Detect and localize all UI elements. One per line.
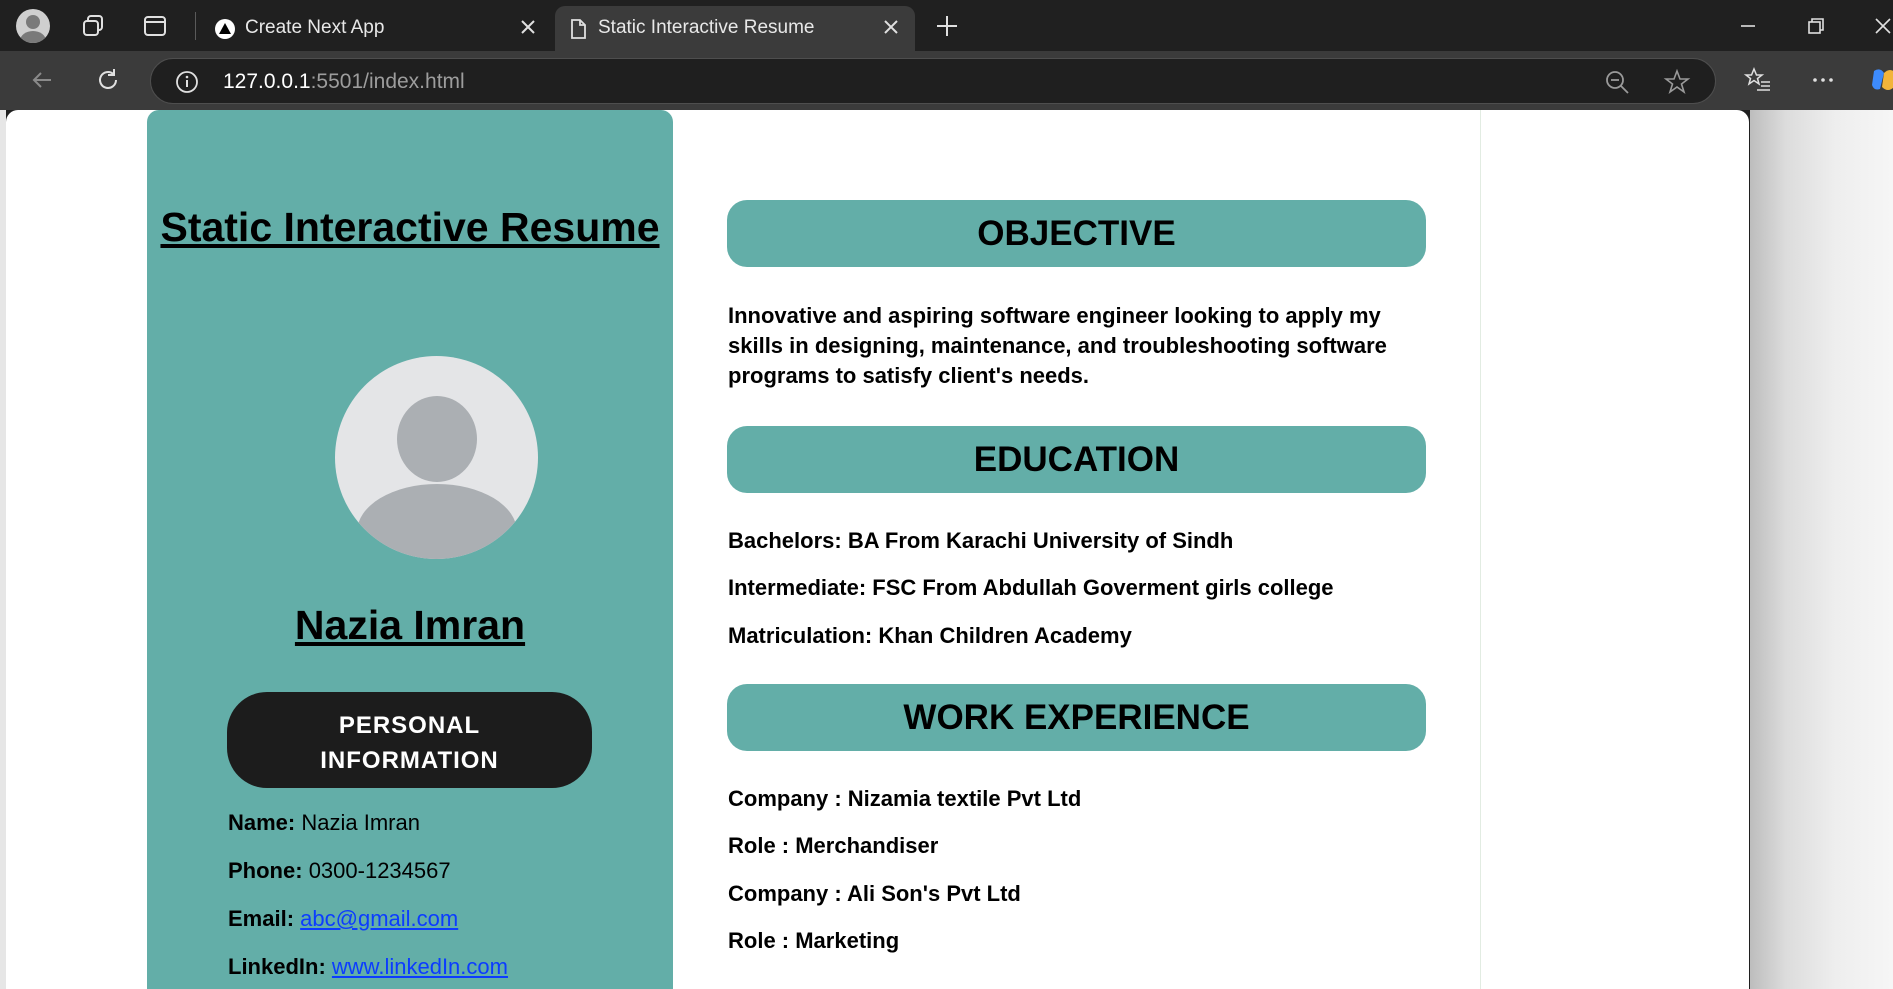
copilot-icon[interactable] xyxy=(1868,65,1893,95)
work-item: Company : Ali Son's Pvt Ltd xyxy=(728,881,1021,906)
education-heading: EDUCATION xyxy=(727,426,1426,493)
education-item: Intermediate: FSC From Abdullah Govermen… xyxy=(728,575,1334,600)
person-name: Nazia Imran xyxy=(294,602,526,648)
page-viewport: Static Interactive Resume Nazia Imran PE… xyxy=(6,110,1749,989)
restore-window-icon[interactable] xyxy=(1803,13,1829,39)
refresh-icon[interactable] xyxy=(93,65,123,95)
content-divider xyxy=(1480,110,1481,989)
info-name-row: Name: Nazia Imran xyxy=(228,810,420,836)
work-item: Role : Merchandiser xyxy=(728,833,939,858)
tab-title: Create Next App xyxy=(245,17,385,38)
page-document-icon xyxy=(571,19,586,39)
work-item: Role : Marketing xyxy=(728,928,900,953)
linkedin-link[interactable]: www.linkedIn.com xyxy=(332,954,508,979)
info-label: Phone: xyxy=(228,858,303,883)
more-options-icon[interactable] xyxy=(1808,65,1838,95)
profile-avatar-icon[interactable] xyxy=(16,9,50,43)
close-window-icon[interactable] xyxy=(1870,13,1893,39)
info-phone-row: Phone: 0300-1234567 xyxy=(228,858,451,884)
work-experience-heading: WORK EXPERIENCE xyxy=(727,684,1426,751)
education-item: Matriculation: Khan Children Academy xyxy=(728,623,1132,648)
close-tab-icon[interactable] xyxy=(518,17,538,37)
tab-title: Static Interactive Resume xyxy=(598,17,815,38)
email-link[interactable]: abc@gmail.com xyxy=(300,906,458,931)
personal-information-button[interactable]: PERSONAL INFORMATION xyxy=(227,692,592,788)
vertical-tabs-icon[interactable] xyxy=(141,12,169,40)
url-host: 127.0.0.1 xyxy=(223,70,311,93)
education-item: Bachelors: BA From Karachi University of… xyxy=(728,528,1234,553)
objective-heading: OBJECTIVE xyxy=(727,200,1426,267)
info-value: 0300-1234567 xyxy=(308,858,451,883)
info-label: Email: xyxy=(228,906,295,931)
work-item: Company : Nizamia textile Pvt Ltd xyxy=(728,786,1082,811)
zoom-out-icon[interactable] xyxy=(1603,68,1631,96)
nextjs-triangle-icon xyxy=(215,19,235,39)
info-label: LinkedIn: xyxy=(228,954,326,979)
browser-tab-bar: Create Next App Static Interactive Resum… xyxy=(0,0,1893,51)
favorite-star-icon[interactable] xyxy=(1663,68,1691,96)
tab-separator xyxy=(195,12,196,40)
back-arrow-icon[interactable] xyxy=(27,65,57,95)
browser-toolbar: 127.0.0.1:5501/index.html xyxy=(0,51,1893,110)
avatar-body xyxy=(357,484,517,559)
url-path: :5501/index.html xyxy=(310,70,465,93)
favorites-list-icon[interactable] xyxy=(1743,65,1773,95)
info-email-row: Email: abc@gmail.com xyxy=(228,906,458,932)
minimize-window-icon[interactable] xyxy=(1735,13,1761,39)
workspaces-icon[interactable] xyxy=(79,12,107,40)
info-label: Name: xyxy=(228,810,296,835)
info-value: Nazia Imran xyxy=(301,810,420,835)
close-tab-icon[interactable] xyxy=(881,17,901,37)
info-linkedin-row: LinkedIn: www.linkedIn.com xyxy=(228,954,508,980)
new-tab-plus-icon[interactable] xyxy=(933,12,961,40)
site-info-icon[interactable] xyxy=(175,70,199,94)
address-bar[interactable]: 127.0.0.1:5501/index.html xyxy=(150,58,1716,104)
avatar-head xyxy=(397,396,477,482)
objective-text: Innovative and aspiring software enginee… xyxy=(728,303,1387,388)
tab-create-next-app[interactable]: Create Next App xyxy=(202,6,552,51)
window-shadow xyxy=(1750,110,1893,989)
tab-static-interactive-resume[interactable]: Static Interactive Resume xyxy=(555,6,915,51)
resume-sidebar: Static Interactive Resume Nazia Imran PE… xyxy=(147,110,673,989)
page-title: Static Interactive Resume xyxy=(160,204,660,250)
url-text[interactable]: 127.0.0.1:5501/index.html xyxy=(223,70,465,94)
profile-picture-avatar xyxy=(335,356,538,559)
